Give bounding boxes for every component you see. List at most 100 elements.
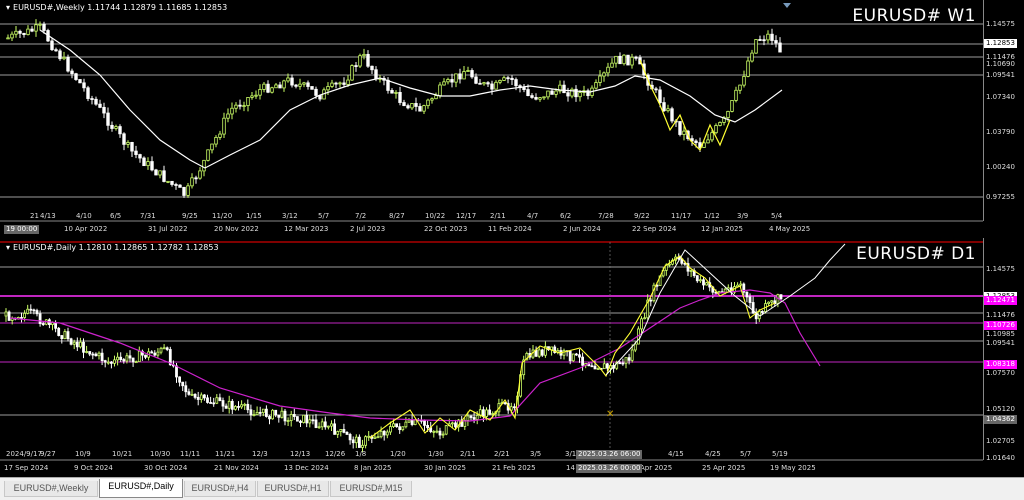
weekly-candle bbox=[370, 65, 374, 71]
tab-eurusd-weekly[interactable]: EURUSD#,Weekly bbox=[4, 481, 98, 497]
weekly-chart-pane[interactable]: ▾ EURUSD#,Weekly 1.11744 1.12879 1.11685 … bbox=[0, 0, 1024, 236]
daily-candle bbox=[184, 385, 188, 393]
daily-candle bbox=[54, 322, 57, 329]
weekly-candle bbox=[470, 70, 474, 78]
weekly-candle bbox=[482, 82, 486, 85]
weekly-time-label: 12 Mar 2023 bbox=[284, 225, 329, 233]
weekly-time-label: 6/2 bbox=[560, 212, 572, 220]
weekly-candle bbox=[766, 33, 770, 41]
weekly-candle bbox=[778, 42, 782, 53]
daily-candle bbox=[367, 435, 371, 438]
weekly-candle bbox=[106, 112, 110, 126]
weekly-candle bbox=[442, 81, 446, 86]
daily-candle bbox=[26, 308, 30, 314]
daily-candle bbox=[385, 431, 389, 436]
weekly-candle bbox=[38, 23, 42, 26]
daily-candle bbox=[571, 353, 575, 362]
daily-candle bbox=[401, 426, 405, 431]
daily-candle bbox=[404, 421, 408, 428]
weekly-candle bbox=[310, 86, 314, 90]
weekly-candle bbox=[374, 69, 378, 80]
daily-chart-title: EURUSD# D1 bbox=[856, 244, 976, 264]
tab-eurusd-daily[interactable]: EURUSD#,Daily bbox=[99, 479, 183, 498]
weekly-candle bbox=[754, 39, 758, 54]
shift-marker-icon[interactable] bbox=[783, 3, 791, 8]
daily-candle bbox=[382, 430, 386, 436]
weekly-candle bbox=[466, 70, 470, 72]
tab-eurusd-h1[interactable]: EURUSD#,H1 bbox=[257, 481, 329, 497]
weekly-candle bbox=[130, 142, 134, 152]
daily-candle bbox=[392, 423, 395, 427]
weekly-candle bbox=[726, 110, 730, 119]
daily-time-label: 12/3 bbox=[252, 450, 268, 458]
daily-time-label: 17 Sep 2024 bbox=[4, 464, 49, 472]
daily-candle bbox=[342, 429, 346, 433]
daily-candle bbox=[705, 282, 708, 286]
weekly-candle bbox=[306, 82, 310, 87]
collapse-arrow-icon[interactable]: ▾ bbox=[6, 3, 10, 12]
daily-candle bbox=[323, 421, 327, 428]
weekly-price-label: 1.03790 bbox=[986, 128, 1015, 136]
weekly-candle bbox=[598, 75, 602, 83]
daily-price-label: 1.10726 bbox=[984, 321, 1017, 330]
weekly-candle bbox=[98, 103, 102, 108]
daily-candle bbox=[432, 430, 436, 433]
daily-candle bbox=[537, 349, 541, 357]
daily-candle bbox=[602, 363, 606, 369]
tab-eurusd-m15[interactable]: EURUSD#,M15 bbox=[330, 481, 412, 497]
weekly-candle bbox=[362, 53, 366, 57]
tab-eurusd-h4[interactable]: EURUSD#,H4 bbox=[184, 481, 256, 497]
weekly-candle bbox=[710, 132, 714, 141]
daily-time-label: 1/8 bbox=[355, 450, 367, 458]
daily-candle bbox=[454, 422, 457, 428]
weekly-candle bbox=[618, 55, 622, 65]
daily-candle bbox=[94, 353, 98, 357]
weekly-candle bbox=[486, 82, 490, 85]
weekly-candle bbox=[350, 65, 354, 81]
weekly-price-scale[interactable] bbox=[983, 0, 1024, 221]
weekly-candle bbox=[354, 65, 358, 67]
weekly-candle bbox=[538, 97, 542, 100]
daily-candle bbox=[689, 270, 693, 272]
weekly-candle bbox=[266, 83, 270, 93]
daily-candle bbox=[221, 400, 225, 407]
weekly-chart-info: ▾ EURUSD#,Weekly 1.11744 1.12879 1.11685 … bbox=[6, 3, 227, 12]
weekly-price-label: 1.07340 bbox=[986, 93, 1015, 101]
daily-candle bbox=[302, 414, 306, 423]
daily-candle bbox=[444, 425, 448, 435]
daily-candle bbox=[224, 405, 228, 409]
daily-price-label: 1.09541 bbox=[986, 339, 1015, 347]
daily-candle bbox=[63, 331, 67, 339]
weekly-chart-canvas[interactable] bbox=[0, 0, 1024, 236]
weekly-time-label: 7/28 bbox=[598, 212, 614, 220]
collapse-arrow-icon[interactable]: ▾ bbox=[6, 243, 10, 252]
daily-candle bbox=[348, 434, 352, 441]
daily-chart-canvas[interactable]: ✕ bbox=[0, 238, 1024, 476]
weekly-candle bbox=[126, 142, 130, 145]
daily-candle bbox=[423, 420, 426, 426]
weekly-candle bbox=[342, 82, 346, 85]
weekly-candle bbox=[578, 92, 582, 98]
daily-time-label: 2/21 bbox=[494, 450, 510, 458]
daily-candle bbox=[410, 419, 414, 425]
weekly-candle bbox=[430, 98, 434, 101]
weekly-candle bbox=[174, 184, 178, 186]
weekly-candle bbox=[706, 139, 710, 144]
daily-candle bbox=[233, 406, 237, 410]
daily-candle bbox=[649, 299, 653, 302]
daily-candle bbox=[748, 296, 752, 303]
weekly-candle bbox=[170, 180, 174, 185]
daily-candle bbox=[153, 352, 157, 356]
daily-candle bbox=[317, 426, 321, 429]
weekly-candle bbox=[186, 185, 190, 196]
daily-time-label: 13 Dec 2024 bbox=[284, 464, 329, 472]
daily-chart-pane[interactable]: ✕ ▾ EURUSD#,Daily 1.12810 1.12865 1.12782… bbox=[0, 238, 1024, 476]
daily-candle bbox=[165, 347, 169, 350]
daily-candle bbox=[4, 311, 8, 317]
daily-candle bbox=[438, 430, 442, 436]
daily-candle bbox=[308, 419, 312, 424]
weekly-candle bbox=[314, 88, 318, 96]
weekly-candle bbox=[286, 77, 290, 82]
weekly-candle bbox=[162, 170, 166, 182]
weekly-candle bbox=[450, 79, 454, 83]
